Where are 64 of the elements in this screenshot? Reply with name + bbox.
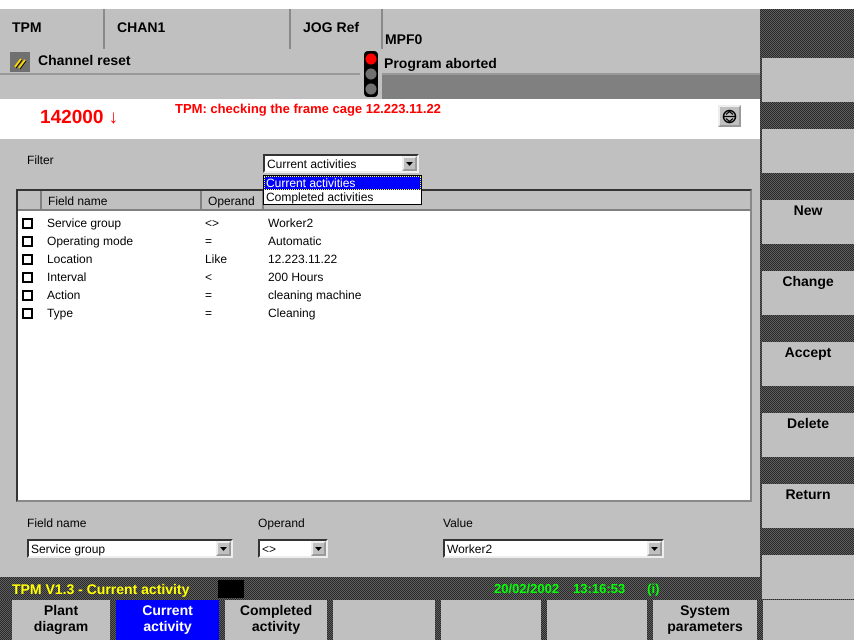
caret-icon (311, 541, 326, 556)
table-cell-text: 12.223.11.22 (267, 252, 338, 266)
checkbox[interactable] (22, 272, 33, 282)
column-header: Field name (42, 191, 202, 209)
softkey[interactable]: Current activity (116, 600, 219, 640)
field-label: Value (443, 516, 474, 530)
caret-icon (216, 541, 231, 556)
circle-bar-icon (722, 108, 737, 124)
softkey[interactable]: Accept (762, 342, 854, 386)
channel-status: Channel reset (38, 52, 131, 68)
table-cell-text: Action (46, 288, 82, 302)
softkey[interactable]: System parameters (653, 600, 757, 640)
checkbox[interactable] (22, 218, 33, 228)
field-label: Operand (258, 516, 306, 530)
softkey[interactable]: Completed activity (225, 600, 327, 640)
table-cell-text: 200 Hours (267, 270, 324, 284)
checkbox[interactable] (22, 290, 33, 300)
status-title: TPM V1.3 - Current activity (12, 580, 190, 596)
softkey[interactable]: Plant diagram (12, 600, 110, 640)
table-cell-text: Operating mode (46, 234, 134, 248)
status-time: 13:16:53 (573, 581, 626, 596)
alarm-message: TPM: checking the frame cage 12.223.11.22 (175, 101, 441, 116)
table-cell-text: Service group (46, 216, 122, 230)
traffic-light-icon (364, 51, 378, 97)
table-cell-text: Cleaning (267, 306, 316, 320)
softkey[interactable]: Change (762, 271, 854, 315)
caret-icon (402, 156, 417, 171)
table-cell-text: cleaning machine (267, 288, 362, 302)
table-cell-text: Worker2 (267, 216, 314, 230)
checkbox[interactable] (22, 254, 33, 264)
caret-icon (647, 541, 662, 556)
column-header: Operand (202, 191, 264, 209)
application-name: TPM (0, 9, 103, 49)
operand-dropdown[interactable]: <> (258, 539, 328, 558)
table-cell-text: = (204, 306, 214, 320)
table-cell-text: < (204, 270, 214, 284)
filter-label: Filter (27, 153, 54, 167)
softkey[interactable]: Return (762, 484, 854, 528)
filter-dropdown[interactable]: Current activities (263, 154, 419, 173)
softkey[interactable]: Delete (762, 413, 854, 457)
scroll-button[interactable] (718, 105, 741, 127)
status-indicator (218, 580, 244, 598)
table-cell-text: Location (46, 252, 94, 266)
checkbox[interactable] (22, 236, 33, 246)
field-name-dropdown[interactable]: Service group (27, 539, 233, 558)
table-cell-text: Interval (46, 270, 88, 284)
table-cell-text: Like (204, 252, 228, 266)
checkbox[interactable] (22, 308, 33, 318)
table-cell-text: Type (46, 306, 74, 320)
dropdown-option[interactable]: Current activities (264, 176, 421, 190)
info-indicator: (i) (647, 581, 660, 596)
field-label: Field name (27, 516, 88, 530)
table-cell-text: = (204, 234, 214, 248)
channel-name: CHAN1 (105, 9, 289, 49)
table-cell-text: <> (204, 216, 220, 230)
dropdown-option[interactable]: Completed activities (264, 190, 421, 204)
softkey[interactable]: New (762, 200, 854, 244)
alarm-number: 142000 ↓ (40, 107, 120, 129)
table-cell-text: = (204, 288, 214, 302)
program-name: MPF0 (383, 9, 760, 49)
table-cell-text: Automatic (267, 234, 322, 248)
status-date: 20/02/2002 (494, 581, 560, 596)
operating-mode: JOG Ref (291, 9, 381, 49)
value-dropdown[interactable]: Worker2 (443, 539, 664, 558)
